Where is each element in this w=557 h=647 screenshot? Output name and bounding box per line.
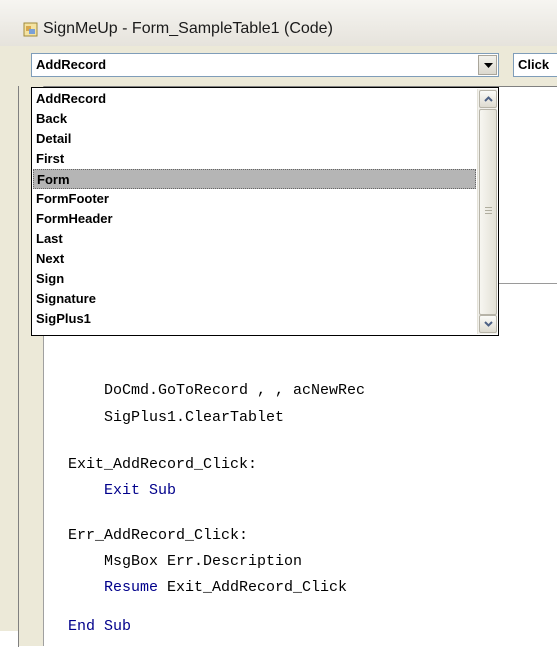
- chevron-down-icon: [484, 321, 493, 327]
- dropdown-item[interactable]: Back: [33, 109, 476, 129]
- dropdown-item[interactable]: First: [33, 149, 476, 169]
- dropdown-item[interactable]: Next: [33, 249, 476, 269]
- dropdown-item[interactable]: Sign: [33, 269, 476, 289]
- code-line[interactable]: MsgBox Err.Description: [68, 553, 302, 570]
- dropdown-item[interactable]: Last: [33, 229, 476, 249]
- thumb-grip: [485, 207, 492, 208]
- dropdown-item[interactable]: SigPlus1: [33, 309, 476, 329]
- chevron-up-icon: [484, 96, 493, 102]
- object-combo-value: AddRecord: [36, 57, 107, 72]
- procedure-combo-value: Click: [518, 57, 550, 72]
- dropdown-item[interactable]: Detail: [33, 129, 476, 149]
- object-combo-dropdown-button[interactable]: [478, 55, 497, 75]
- dropdown-scrollbar[interactable]: [477, 89, 497, 334]
- window-title: SignMeUp - Form_SampleTable1 (Code): [43, 20, 333, 37]
- thumb-grip: [485, 213, 492, 214]
- scroll-down-button[interactable]: [479, 315, 497, 333]
- scroll-up-button[interactable]: [479, 90, 497, 108]
- code-line[interactable]: End Sub: [68, 618, 131, 635]
- code-line[interactable]: DoCmd.GoToRecord , , acNewRec: [68, 382, 365, 399]
- object-dropdown-list[interactable]: AddRecord Back Detail First Form FormFoo…: [31, 87, 499, 336]
- chevron-down-icon: [484, 63, 493, 68]
- code-line[interactable]: SigPlus1.ClearTablet: [68, 409, 284, 426]
- thumb-grip: [485, 210, 492, 211]
- dropdown-item[interactable]: Signature: [33, 289, 476, 309]
- dropdown-item-selected[interactable]: Form: [33, 169, 476, 189]
- dropdown-item[interactable]: AddRecord: [33, 89, 476, 109]
- code-line[interactable]: Resume Exit_AddRecord_Click: [68, 579, 347, 596]
- code-text: Exit_AddRecord_Click: [158, 579, 348, 596]
- vba-code-icon: [23, 22, 38, 37]
- code-keyword: Resume: [68, 579, 159, 596]
- dropdown-item[interactable]: FormHeader: [33, 209, 476, 229]
- code-line[interactable]: Exit Sub: [68, 482, 176, 499]
- window-title-bar[interactable]: SignMeUp - Form_SampleTable1 (Code): [0, 0, 557, 47]
- scroll-thumb[interactable]: [479, 109, 497, 315]
- dropdown-item[interactable]: FormFooter: [33, 189, 476, 209]
- procedure-combo[interactable]: Click: [513, 53, 557, 77]
- procedure-separator: [496, 283, 557, 284]
- code-line[interactable]: Exit_AddRecord_Click:: [68, 456, 257, 473]
- code-line[interactable]: Err_AddRecord_Click:: [68, 527, 248, 544]
- object-combo[interactable]: AddRecord: [31, 53, 499, 77]
